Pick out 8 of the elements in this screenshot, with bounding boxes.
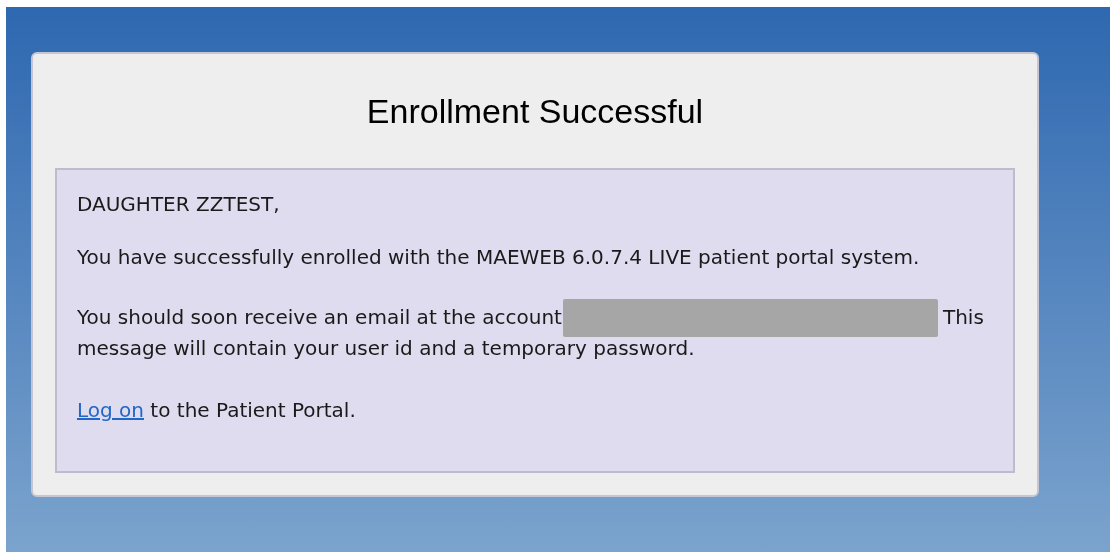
log-on-link[interactable]: Log on bbox=[77, 398, 144, 422]
message-paragraph: Log on to the Patient Portal. bbox=[77, 399, 357, 422]
greeting: DAUGHTER ZZTEST, bbox=[77, 193, 281, 216]
dialog-title: Enrollment Successful bbox=[365, 91, 705, 132]
message-paragraph: You have successfully enrolled with the MAEWEB 6.0.7.4 LIVE patient portal system. bbox=[77, 246, 921, 269]
message-text: This bbox=[942, 304, 984, 329]
message-paragraph: You should soon receive an email at the account bbox=[77, 304, 562, 329]
message-text: message will contain your user id and a temporary password. bbox=[77, 337, 696, 360]
